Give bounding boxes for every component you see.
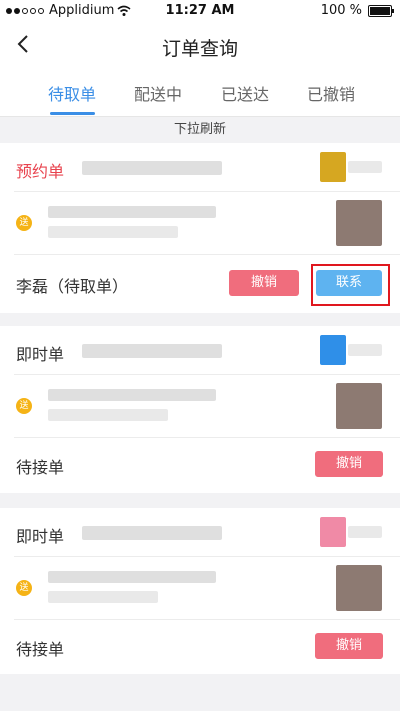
order-item-thumbnail (336, 383, 382, 429)
battery-status: 100 % (320, 3, 394, 18)
order-item-thumbnail (336, 200, 382, 246)
order-card: 预约单 送 李磊（待取单） 撤销 联系 (0, 143, 400, 313)
order-status-label: 待接单 (16, 458, 65, 477)
send-badge-icon: 送 (16, 580, 32, 596)
order-type-label: 即时单 (16, 345, 65, 364)
order-action-row: 待接单 撤销 (0, 620, 400, 674)
order-card: 即时单 送 待接单 撤销 (0, 508, 400, 674)
battery-icon (368, 4, 394, 17)
tab-cancelled[interactable]: 已撤销 (281, 81, 381, 105)
contact-button[interactable]: 联系 (316, 270, 382, 296)
order-item-thumbnail (336, 565, 382, 611)
blurred-address-line (48, 206, 216, 218)
blurred-order-info (82, 344, 222, 358)
status-bar: Applidium 11:27 AM 100 % (0, 0, 400, 20)
order-action-row: 待接单 撤销 (0, 438, 400, 493)
tab-delivering[interactable]: 配送中 (108, 81, 208, 105)
order-status-label: 待接单 (16, 640, 65, 659)
page-title: 订单查询 (161, 38, 238, 60)
pull-to-refresh-hint: 下拉刷新 (173, 122, 226, 137)
order-address-row[interactable]: 送 (0, 557, 400, 619)
courier-status-label: 李磊（待取单） (16, 277, 129, 296)
order-type-label: 预约单 (16, 162, 65, 181)
battery-percent: 100 % (320, 3, 362, 18)
merchant-logo (320, 152, 346, 182)
send-badge-icon: 送 (16, 398, 32, 414)
blurred-order-info (82, 526, 222, 540)
order-header-row[interactable]: 即时单 (0, 326, 400, 374)
order-header-row[interactable]: 即时单 (0, 508, 400, 556)
order-address-row[interactable]: 送 (0, 375, 400, 437)
send-badge-icon: 送 (16, 215, 32, 231)
blurred-merchant-name (348, 161, 382, 173)
tab-delivered[interactable]: 已送达 (195, 81, 295, 105)
order-card: 即时单 送 待接单 撤销 (0, 326, 400, 493)
blurred-address-line (48, 226, 178, 238)
nav-bar: 订单查询 (0, 20, 400, 72)
merchant-logo (320, 517, 346, 547)
order-header-row[interactable]: 预约单 (0, 143, 400, 191)
order-address-row[interactable]: 送 (0, 192, 400, 254)
order-status-tabs: 待取单 配送中 已送达 已撤销 (0, 72, 400, 117)
cancel-button[interactable]: 撤销 (315, 451, 383, 477)
blurred-order-info (82, 161, 222, 175)
blurred-address-line (48, 409, 168, 421)
tab-pending-pickup[interactable]: 待取单 (22, 81, 122, 105)
active-tab-indicator (50, 112, 95, 115)
order-type-label: 即时单 (16, 527, 65, 546)
blurred-merchant-name (348, 526, 382, 538)
cancel-button[interactable]: 撤销 (229, 270, 299, 296)
blurred-address-line (48, 571, 216, 583)
blurred-address-line (48, 591, 158, 603)
blurred-address-line (48, 389, 216, 401)
order-action-row: 李磊（待取单） 撤销 联系 (0, 255, 400, 313)
blurred-merchant-name (348, 344, 382, 356)
merchant-logo (320, 335, 346, 365)
cancel-button[interactable]: 撤销 (315, 633, 383, 659)
